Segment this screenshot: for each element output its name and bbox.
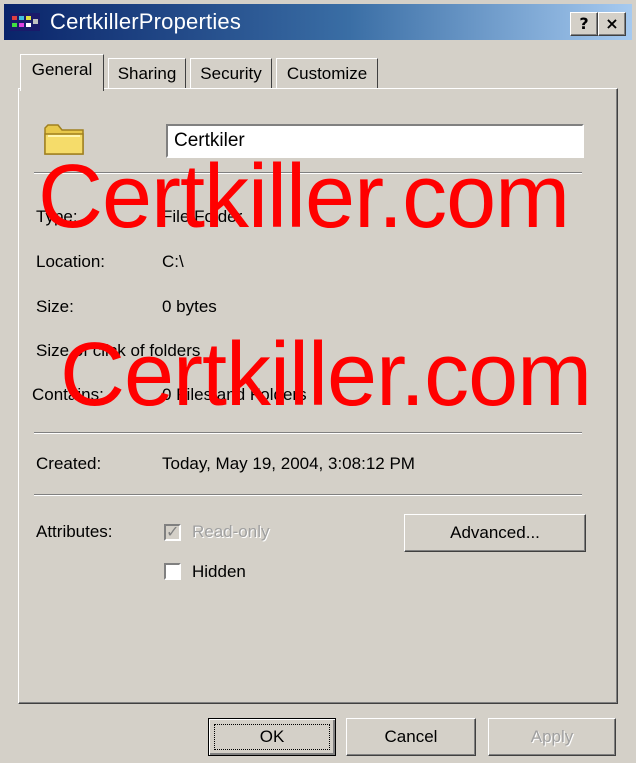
size-label: Size: <box>36 297 74 316</box>
close-button[interactable]: × <box>598 12 626 36</box>
location-label: Location: <box>36 252 105 271</box>
advanced-button-label: Advanced... <box>450 523 540 542</box>
attributes-label: Attributes: <box>36 522 113 541</box>
advanced-button[interactable]: Advanced... <box>404 514 586 552</box>
tab-general[interactable]: General <box>20 54 104 91</box>
tab-security-label: Security <box>200 64 262 83</box>
created-label: Created: <box>36 454 102 473</box>
separator <box>34 432 582 434</box>
created-value: Today, May 19, 2004, 3:08:12 PM <box>162 454 415 473</box>
cancel-button-label: Cancel <box>384 727 438 746</box>
hidden-label: Hidden <box>192 562 246 581</box>
size-value: 0 bytes <box>162 297 217 316</box>
window-title: CertkillerProperties <box>50 9 242 34</box>
location-value: C:\ <box>162 252 184 271</box>
tab-security[interactable]: Security <box>190 58 272 92</box>
tab-sharing[interactable]: Sharing <box>108 58 186 92</box>
tab-customize[interactable]: Customize <box>276 58 378 92</box>
help-button[interactable]: ? <box>570 12 598 36</box>
focus-ring <box>214 724 330 750</box>
tab-general-label: General <box>31 60 93 79</box>
hidden-checkbox[interactable] <box>164 563 181 580</box>
watermark-text: Certkiller.com <box>38 147 570 247</box>
checkmark-icon: ✓ <box>166 522 180 541</box>
readonly-label: Read-only <box>192 522 270 541</box>
readonly-checkbox[interactable]: ✓ <box>164 522 181 541</box>
watermark-text: Certkiller.com <box>60 325 592 425</box>
app-icon <box>10 13 40 31</box>
ok-button[interactable]: OK <box>208 718 336 756</box>
apply-button-label: Apply <box>530 727 574 746</box>
properties-dialog: CertkillerProperties ? × General Sharing… <box>0 0 636 763</box>
cancel-button[interactable]: Cancel <box>346 718 476 756</box>
apply-button[interactable]: Apply <box>488 718 616 756</box>
separator <box>34 494 582 496</box>
tab-customize-label: Customize <box>286 64 368 83</box>
title-bar[interactable]: CertkillerProperties ? × <box>4 4 632 40</box>
tab-sharing-label: Sharing <box>117 64 177 83</box>
